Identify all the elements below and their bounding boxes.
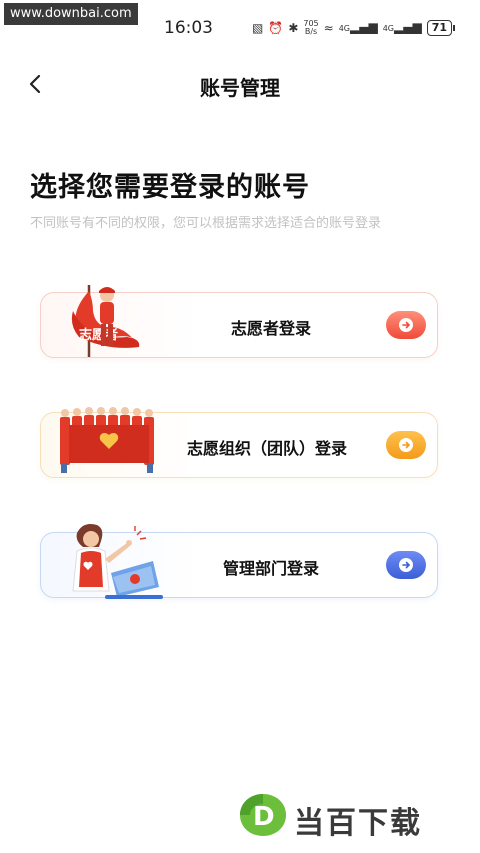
- management-login-label: 管理部门登录: [223, 559, 320, 578]
- page-subheading: 不同账号有不同的权限，您可以根据需求选择适合的账号登录: [30, 216, 382, 231]
- volunteer-login-card[interactable]: 志愿者 志愿者登录: [40, 285, 438, 358]
- battery-indicator: 71: [426, 20, 456, 36]
- signal-icon-1: 4G▂▄▆: [338, 20, 378, 34]
- wifi-icon: ≈: [323, 21, 334, 35]
- nfc-icon: ▧: [252, 21, 264, 35]
- svg-text:D: D: [253, 802, 275, 832]
- status-time: 16:03: [164, 18, 213, 38]
- organization-login-label: 志愿组织（团队）登录: [187, 439, 348, 458]
- organization-login-arrow-button[interactable]: [386, 431, 426, 459]
- volunteer-flag-illustration: 志愿者: [71, 285, 140, 357]
- team-group-illustration: [60, 407, 154, 473]
- volunteer-login-label: 志愿者登录: [231, 319, 312, 338]
- downbai-logo-icon: D: [240, 794, 286, 836]
- management-login-arrow-button[interactable]: [386, 551, 426, 579]
- signal-icon-2: 4G▂▄▆: [382, 20, 422, 34]
- arrow-right-icon: [399, 318, 413, 332]
- alarm-icon: ⏰: [268, 21, 284, 35]
- volunteer-login-arrow-button[interactable]: [386, 311, 426, 339]
- arrow-right-icon: [399, 438, 413, 452]
- net-speed: 705 B/s: [303, 20, 318, 36]
- status-bar: 16:03 ▧ ⏰ ✱ 705 B/s ≈ 4G▂▄▆ 4G▂▄▆ 71: [0, 14, 480, 44]
- watermark-bottom: D 当百下载: [238, 792, 478, 842]
- page-heading: 选择您需要登录的账号: [30, 172, 310, 203]
- status-icons: ▧ ⏰ ✱ 705 B/s ≈ 4G▂▄▆ 4G▂▄▆ 71: [252, 19, 456, 37]
- arrow-right-icon: [399, 558, 413, 572]
- management-login-card[interactable]: 管理部门登录: [40, 524, 438, 599]
- watermark-bottom-text: 当百下载: [294, 806, 422, 841]
- page-title: 账号管理: [200, 76, 280, 100]
- manager-laptop-illustration: [72, 524, 163, 599]
- navbar: 账号管理: [0, 62, 480, 106]
- bluetooth-icon: ✱: [288, 21, 299, 35]
- net-speed-unit: B/s: [304, 27, 318, 36]
- organization-login-card[interactable]: 志愿组织（团队）登录: [40, 407, 438, 478]
